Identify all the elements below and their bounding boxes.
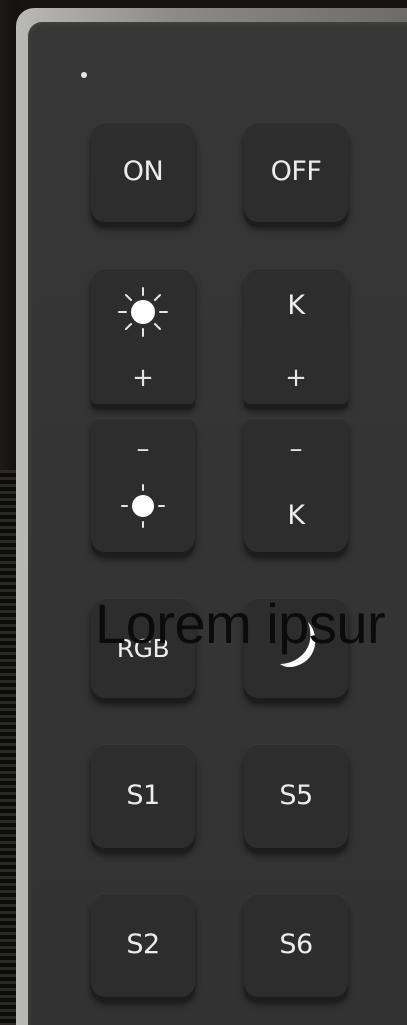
- off-button-label: OFF: [270, 156, 322, 187]
- brightness-down-button[interactable]: –: [91, 418, 195, 552]
- on-button[interactable]: ON: [91, 122, 195, 222]
- s5-button[interactable]: S5: [244, 744, 348, 848]
- overlay-caption: Lorem ipsur: [95, 592, 386, 655]
- minus-sign: –: [136, 434, 150, 464]
- cct-up-button[interactable]: K +: [244, 268, 348, 404]
- status-led: [81, 72, 87, 78]
- remote-body: [28, 22, 407, 1025]
- plus-sign: +: [285, 363, 307, 393]
- cct-down-button[interactable]: – K: [244, 418, 348, 552]
- s1-label: S1: [126, 780, 160, 811]
- s6-label: S6: [279, 929, 313, 960]
- on-button-label: ON: [122, 156, 164, 187]
- remote-control-photo: ON OFF + K + – – K RGB S1 S5 S2 S6 Lorem…: [0, 0, 407, 1025]
- s5-label: S5: [279, 780, 313, 811]
- plus-sign: +: [132, 363, 154, 393]
- s1-button[interactable]: S1: [91, 744, 195, 848]
- s2-label: S2: [126, 929, 160, 960]
- minus-sign: –: [289, 434, 303, 464]
- k-label: K: [287, 500, 305, 531]
- brightness-up-button[interactable]: +: [91, 268, 195, 404]
- s2-button[interactable]: S2: [91, 893, 195, 997]
- s6-button[interactable]: S6: [244, 893, 348, 997]
- k-label: K: [287, 290, 305, 321]
- off-button[interactable]: OFF: [244, 122, 348, 222]
- sun-icon: [121, 484, 165, 528]
- sun-icon: [118, 287, 168, 337]
